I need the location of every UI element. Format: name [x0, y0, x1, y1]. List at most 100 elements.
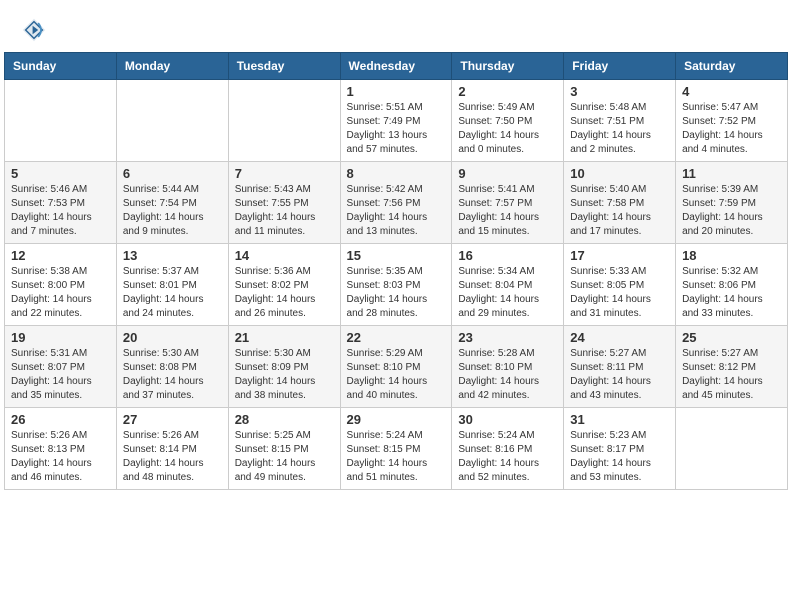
day-header-thursday: Thursday — [452, 53, 564, 80]
day-info: Sunrise: 5:47 AMSunset: 7:52 PMDaylight:… — [682, 101, 781, 157]
day-number: 21 — [235, 330, 334, 345]
day-info: Sunrise: 5:27 AMSunset: 8:12 PMDaylight:… — [682, 347, 781, 403]
day-info: Sunrise: 5:24 AMSunset: 8:16 PMDaylight:… — [458, 429, 557, 485]
day-number: 19 — [11, 330, 110, 345]
calendar-cell: 9 Sunrise: 5:41 AMSunset: 7:57 PMDaylight… — [452, 162, 564, 244]
calendar-cell: 14Sunrise: 5:36 AMSunset: 8:02 PMDayligh… — [228, 244, 340, 326]
calendar-cell: 5Sunrise: 5:46 AMSunset: 7:53 PMDaylight… — [5, 162, 117, 244]
calendar-cell: 7 Sunrise: 5:43 AMSunset: 7:55 PMDaylight… — [228, 162, 340, 244]
calendar-week-row: 12Sunrise: 5:38 AMSunset: 8:00 PMDayligh… — [5, 244, 788, 326]
day-header-wednesday: Wednesday — [340, 53, 452, 80]
calendar-cell — [116, 80, 228, 162]
calendar-cell — [676, 408, 788, 490]
day-info: Sunrise: 5:30 AMSunset: 8:09 PMDaylight:… — [235, 347, 334, 403]
day-number: 17 — [570, 248, 669, 263]
calendar-table: SundayMondayTuesdayWednesdayThursdayFrid… — [4, 52, 788, 490]
day-number: 30 — [458, 412, 557, 427]
day-info: Sunrise: 5:27 AMSunset: 8:11 PMDaylight:… — [570, 347, 669, 403]
day-info: Sunrise: 5:32 AMSunset: 8:06 PMDaylight:… — [682, 265, 781, 321]
calendar-week-row: 1Sunrise: 5:51 AMSunset: 7:49 PMDaylight… — [5, 80, 788, 162]
day-info: Sunrise: 5:31 AMSunset: 8:07 PMDaylight:… — [11, 347, 110, 403]
calendar-cell: 2 Sunrise: 5:49 AMSunset: 7:50 PMDaylight… — [452, 80, 564, 162]
day-number: 25 — [682, 330, 781, 345]
calendar-cell: 25 Sunrise: 5:27 AMSunset: 8:12 PMDayligh… — [676, 326, 788, 408]
day-number: 22 — [347, 330, 446, 345]
day-info: Sunrise: 5:41 AMSunset: 7:57 PMDaylight:… — [458, 183, 557, 239]
day-info: Sunrise: 5:49 AMSunset: 7:50 PMDaylight:… — [458, 101, 557, 157]
day-number: 27 — [123, 412, 222, 427]
day-header-saturday: Saturday — [676, 53, 788, 80]
day-info: Sunrise: 5:43 AMSunset: 7:55 PMDaylight:… — [235, 183, 334, 239]
day-info: Sunrise: 5:30 AMSunset: 8:08 PMDaylight:… — [123, 347, 222, 403]
day-info: Sunrise: 5:36 AMSunset: 8:02 PMDaylight:… — [235, 265, 334, 321]
calendar-cell: 10 Sunrise: 5:40 AMSunset: 7:58 PMDayligh… — [564, 162, 676, 244]
day-info: Sunrise: 5:35 AMSunset: 8:03 PMDaylight:… — [347, 265, 446, 321]
day-info: Sunrise: 5:38 AMSunset: 8:00 PMDaylight:… — [11, 265, 110, 321]
day-info: Sunrise: 5:28 AMSunset: 8:10 PMDaylight:… — [458, 347, 557, 403]
day-info: Sunrise: 5:39 AMSunset: 7:59 PMDaylight:… — [682, 183, 781, 239]
calendar-cell — [228, 80, 340, 162]
calendar-header-row: SundayMondayTuesdayWednesdayThursdayFrid… — [5, 53, 788, 80]
calendar-cell: 15Sunrise: 5:35 AMSunset: 8:03 PMDayligh… — [340, 244, 452, 326]
day-number: 4 — [682, 84, 781, 99]
calendar-cell: 18 Sunrise: 5:32 AMSunset: 8:06 PMDayligh… — [676, 244, 788, 326]
calendar-cell: 21 Sunrise: 5:30 AMSunset: 8:09 PMDayligh… — [228, 326, 340, 408]
day-number: 7 — [235, 166, 334, 181]
day-info: Sunrise: 5:34 AMSunset: 8:04 PMDaylight:… — [458, 265, 557, 321]
calendar-cell: 11 Sunrise: 5:39 AMSunset: 7:59 PMDayligh… — [676, 162, 788, 244]
calendar-cell: 30 Sunrise: 5:24 AMSunset: 8:16 PMDayligh… — [452, 408, 564, 490]
day-header-tuesday: Tuesday — [228, 53, 340, 80]
day-number: 29 — [347, 412, 446, 427]
calendar-cell: 17 Sunrise: 5:33 AMSunset: 8:05 PMDayligh… — [564, 244, 676, 326]
calendar-cell: 12Sunrise: 5:38 AMSunset: 8:00 PMDayligh… — [5, 244, 117, 326]
day-number: 18 — [682, 248, 781, 263]
day-header-monday: Monday — [116, 53, 228, 80]
day-info: Sunrise: 5:26 AMSunset: 8:14 PMDaylight:… — [123, 429, 222, 485]
day-number: 11 — [682, 166, 781, 181]
calendar-week-row: 19 Sunrise: 5:31 AMSunset: 8:07 PMDayligh… — [5, 326, 788, 408]
day-number: 3 — [570, 84, 669, 99]
calendar-cell: 8Sunrise: 5:42 AMSunset: 7:56 PMDaylight… — [340, 162, 452, 244]
calendar-cell: 28 Sunrise: 5:25 AMSunset: 8:15 PMDayligh… — [228, 408, 340, 490]
day-info: Sunrise: 5:48 AMSunset: 7:51 PMDaylight:… — [570, 101, 669, 157]
calendar-cell: 19 Sunrise: 5:31 AMSunset: 8:07 PMDayligh… — [5, 326, 117, 408]
calendar-cell: 23 Sunrise: 5:28 AMSunset: 8:10 PMDayligh… — [452, 326, 564, 408]
calendar-week-row: 5Sunrise: 5:46 AMSunset: 7:53 PMDaylight… — [5, 162, 788, 244]
calendar-cell: 4 Sunrise: 5:47 AMSunset: 7:52 PMDaylight… — [676, 80, 788, 162]
day-number: 8 — [347, 166, 446, 181]
day-info: Sunrise: 5:33 AMSunset: 8:05 PMDaylight:… — [570, 265, 669, 321]
calendar-week-row: 26 Sunrise: 5:26 AMSunset: 8:13 PMDayligh… — [5, 408, 788, 490]
day-number: 31 — [570, 412, 669, 427]
calendar-cell: 27 Sunrise: 5:26 AMSunset: 8:14 PMDayligh… — [116, 408, 228, 490]
calendar-cell: 16 Sunrise: 5:34 AMSunset: 8:04 PMDayligh… — [452, 244, 564, 326]
day-info: Sunrise: 5:26 AMSunset: 8:13 PMDaylight:… — [11, 429, 110, 485]
day-number: 2 — [458, 84, 557, 99]
logo — [20, 16, 52, 44]
day-number: 24 — [570, 330, 669, 345]
header — [0, 0, 792, 52]
calendar-cell: 3 Sunrise: 5:48 AMSunset: 7:51 PMDaylight… — [564, 80, 676, 162]
day-info: Sunrise: 5:37 AMSunset: 8:01 PMDaylight:… — [123, 265, 222, 321]
calendar-cell: 31 Sunrise: 5:23 AMSunset: 8:17 PMDayligh… — [564, 408, 676, 490]
day-number: 1 — [347, 84, 446, 99]
calendar-wrap: SundayMondayTuesdayWednesdayThursdayFrid… — [0, 52, 792, 494]
day-number: 9 — [458, 166, 557, 181]
day-number: 5 — [11, 166, 110, 181]
day-info: Sunrise: 5:24 AMSunset: 8:15 PMDaylight:… — [347, 429, 446, 485]
calendar-cell: 1Sunrise: 5:51 AMSunset: 7:49 PMDaylight… — [340, 80, 452, 162]
day-number: 26 — [11, 412, 110, 427]
day-number: 23 — [458, 330, 557, 345]
day-info: Sunrise: 5:44 AMSunset: 7:54 PMDaylight:… — [123, 183, 222, 239]
calendar-cell: 13Sunrise: 5:37 AMSunset: 8:01 PMDayligh… — [116, 244, 228, 326]
day-info: Sunrise: 5:23 AMSunset: 8:17 PMDaylight:… — [570, 429, 669, 485]
day-header-sunday: Sunday — [5, 53, 117, 80]
calendar-cell: 24 Sunrise: 5:27 AMSunset: 8:11 PMDayligh… — [564, 326, 676, 408]
calendar-cell: 20Sunrise: 5:30 AMSunset: 8:08 PMDayligh… — [116, 326, 228, 408]
calendar-cell: 26 Sunrise: 5:26 AMSunset: 8:13 PMDayligh… — [5, 408, 117, 490]
day-number: 16 — [458, 248, 557, 263]
day-info: Sunrise: 5:40 AMSunset: 7:58 PMDaylight:… — [570, 183, 669, 239]
calendar-cell: 6Sunrise: 5:44 AMSunset: 7:54 PMDaylight… — [116, 162, 228, 244]
day-info: Sunrise: 5:25 AMSunset: 8:15 PMDaylight:… — [235, 429, 334, 485]
day-number: 10 — [570, 166, 669, 181]
day-number: 28 — [235, 412, 334, 427]
